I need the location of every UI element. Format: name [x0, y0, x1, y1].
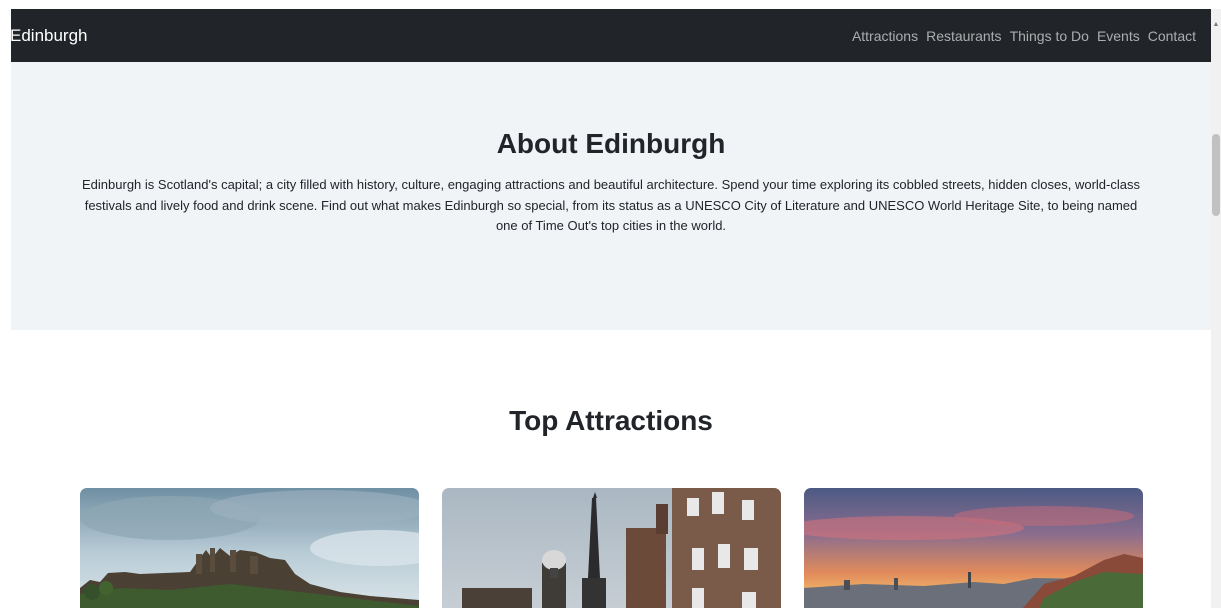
about-title: About Edinburgh — [496, 128, 726, 159]
top-attractions-title: Top Attractions — [509, 405, 713, 436]
attraction-card-arthurs-seat[interactable] — [804, 488, 1143, 608]
scrollbar-thumb[interactable] — [1212, 134, 1220, 216]
nav-link-attractions[interactable]: Attractions — [848, 28, 922, 44]
about-text: Edinburgh is Scotland's capital; a city … — [82, 177, 1140, 233]
browser-left-edge — [0, 0, 11, 608]
scroll-up-arrow-icon[interactable]: ▲ — [1212, 21, 1220, 29]
old-town-image — [442, 488, 781, 608]
nav-link-restaurants[interactable]: Restaurants — [922, 28, 1005, 44]
about-section: About Edinburgh Edinburgh is Scotland's … — [11, 62, 1211, 330]
arthurs-seat-image — [804, 488, 1143, 608]
page-scrollbar[interactable]: ▲ — [1211, 9, 1221, 608]
nav-link-events[interactable]: Events — [1093, 28, 1144, 44]
nav-links: Attractions Restaurants Things to Do Eve… — [848, 28, 1200, 44]
attraction-card-castle[interactable] — [80, 488, 419, 608]
nav-link-things-to-do[interactable]: Things to Do — [1006, 28, 1093, 44]
attraction-card-old-town[interactable] — [442, 488, 781, 608]
navbar-brand[interactable]: Edinburgh — [10, 26, 88, 46]
navbar: Edinburgh Attractions Restaurants Things… — [10, 9, 1211, 62]
page: Edinburgh Attractions Restaurants Things… — [0, 0, 1221, 608]
browser-top-edge — [0, 0, 1221, 9]
castle-image — [80, 488, 419, 608]
nav-link-contact[interactable]: Contact — [1144, 28, 1200, 44]
